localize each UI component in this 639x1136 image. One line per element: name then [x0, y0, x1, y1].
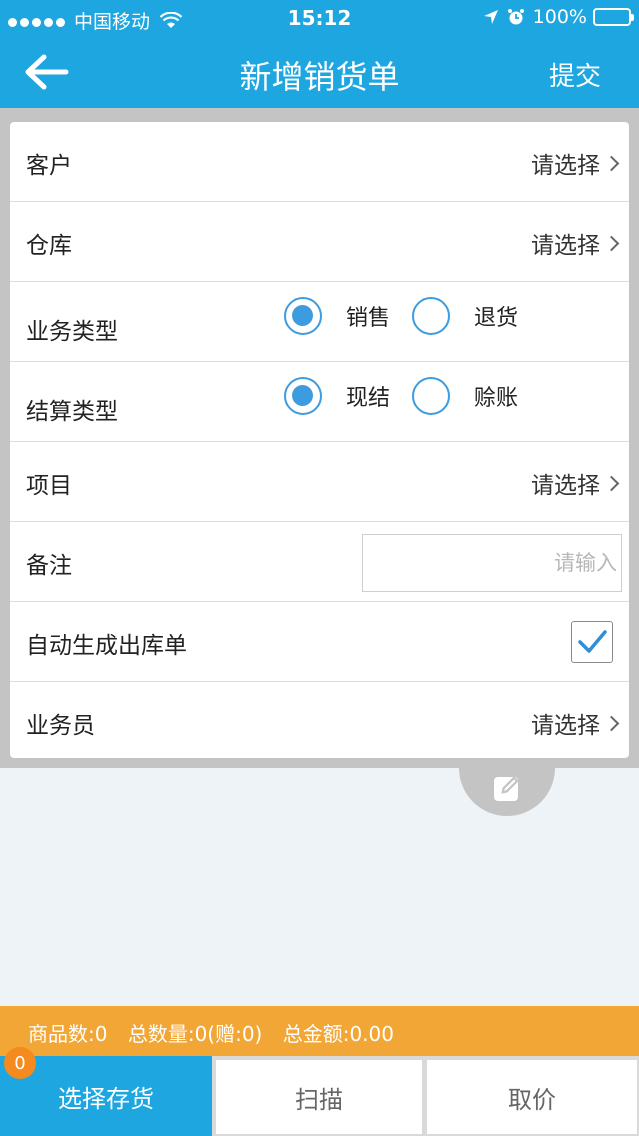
salesperson-row[interactable]: 业务员 请选择: [10, 682, 629, 762]
selected-count-badge: 0: [4, 1047, 36, 1079]
top-bar: 中国移动 15:12 100% 新增销货单 提交: [0, 0, 639, 108]
item-count: 商品数:0: [28, 1022, 108, 1046]
checkmark-icon: [578, 630, 607, 653]
project-select[interactable]: 请选择: [531, 466, 620, 500]
total-quantity: 总数量:0(赠:0): [127, 1022, 263, 1046]
business-type-row: 业务类型 销售 退货: [10, 282, 629, 362]
chevron-right-icon: [603, 235, 620, 251]
salesperson-select[interactable]: 请选择: [531, 706, 620, 740]
radio-cash[interactable]: [284, 377, 322, 415]
project-label: 项目: [26, 473, 72, 499]
customer-select[interactable]: 请选择: [531, 146, 620, 180]
customer-label: 客户: [26, 153, 72, 179]
page: 中国移动 15:12 100% 新增销货单 提交 客户 请选择 仓库 请选择 业…: [0, 0, 639, 1136]
status-bar: 中国移动 15:12 100%: [0, 0, 639, 36]
alarm-icon: [507, 9, 524, 25]
summary-bar: 商品数:0 总数量:0(赠:0) 总金额:0.00: [0, 1006, 639, 1056]
page-title: 新增销货单: [239, 58, 400, 96]
settlement-type-radio-group: 现结 赊账: [284, 377, 540, 415]
collapse-edit-tab[interactable]: [459, 768, 555, 816]
radio-cash-label[interactable]: 现结: [346, 380, 390, 412]
location-arrow-icon: [483, 10, 498, 24]
chevron-right-icon: [603, 715, 620, 731]
auto-outbound-label: 自动生成出库单: [26, 633, 187, 659]
submit-button[interactable]: 提交: [549, 56, 601, 93]
settlement-type-label: 结算类型: [26, 399, 118, 425]
remark-label: 备注: [26, 553, 72, 579]
radio-sales[interactable]: [284, 297, 322, 335]
business-type-radio-group: 销售 退货: [284, 297, 540, 335]
settlement-type-row: 结算类型 现结 赊账: [10, 362, 629, 442]
salesperson-label: 业务员: [26, 713, 95, 739]
customer-value: 请选择: [531, 153, 600, 179]
auto-outbound-row: 自动生成出库单: [10, 602, 629, 682]
total-amount: 总金额:0.00: [282, 1022, 394, 1046]
chevron-right-icon: [603, 155, 620, 171]
radio-credit[interactable]: [412, 377, 451, 415]
chevron-right-icon: [603, 475, 620, 491]
radio-return[interactable]: [412, 297, 451, 335]
get-price-button[interactable]: 取价: [427, 1060, 637, 1134]
warehouse-select[interactable]: 请选择: [531, 226, 620, 260]
radio-credit-label[interactable]: 赊账: [474, 380, 518, 412]
form-card: 客户 请选择 仓库 请选择 业务类型 销售 退货 结算类型 现结 赊账 项目 请…: [10, 122, 629, 758]
remark-input[interactable]: [362, 534, 622, 592]
bottom-toolbar: 选择存货 扫描 取价: [0, 1056, 639, 1136]
warehouse-row[interactable]: 仓库 请选择: [10, 202, 629, 282]
project-value: 请选择: [531, 473, 600, 499]
customer-row[interactable]: 客户 请选择: [10, 122, 629, 202]
business-type-label: 业务类型: [26, 319, 118, 345]
project-row[interactable]: 项目 请选择: [10, 442, 629, 522]
warehouse-label: 仓库: [26, 233, 72, 259]
salesperson-value: 请选择: [531, 713, 600, 739]
radio-sales-label[interactable]: 销售: [346, 300, 390, 332]
scan-button[interactable]: 扫描: [216, 1060, 422, 1134]
nav-bar: 新增销货单 提交: [0, 36, 639, 108]
status-right: 100%: [483, 6, 634, 28]
battery-icon: [593, 8, 634, 26]
auto-outbound-checkbox[interactable]: [571, 621, 613, 663]
edit-icon: [494, 776, 519, 801]
remark-row: 备注: [10, 522, 629, 602]
battery-percent: 100%: [532, 6, 587, 28]
radio-return-label[interactable]: 退货: [474, 300, 518, 332]
warehouse-value: 请选择: [531, 233, 600, 259]
